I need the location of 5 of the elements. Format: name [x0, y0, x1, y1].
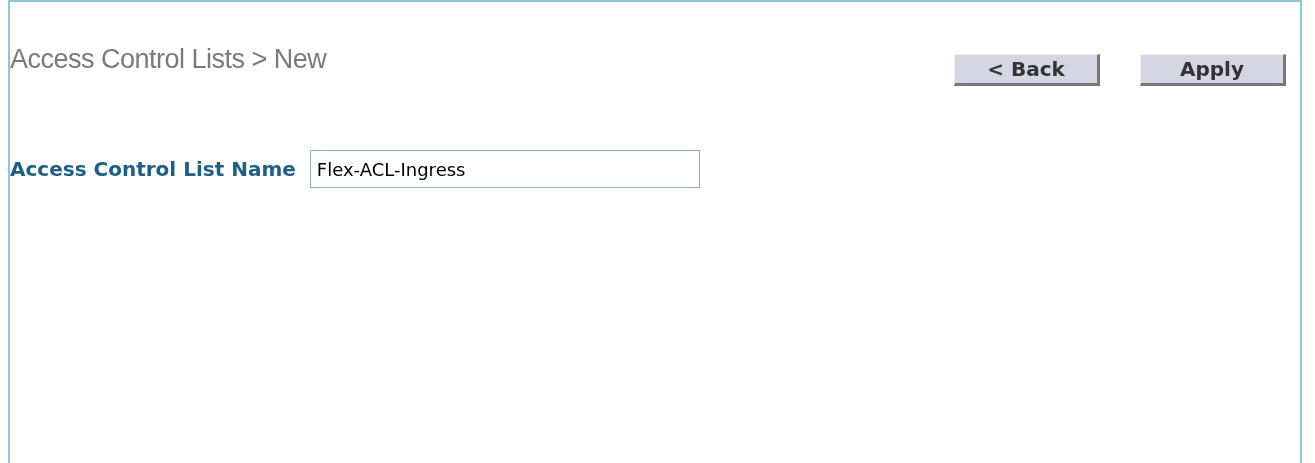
input-field[interactable]: Flex-ACL-Ingress: [309, 150, 700, 188]
toolbar-button[interactable]: < Back: [954, 54, 1100, 86]
field-label: Access Control List Name: [10, 156, 296, 183]
toolbar-button[interactable]: Apply: [1140, 54, 1286, 86]
page-title: Access Control Lists > New: [10, 46, 327, 73]
